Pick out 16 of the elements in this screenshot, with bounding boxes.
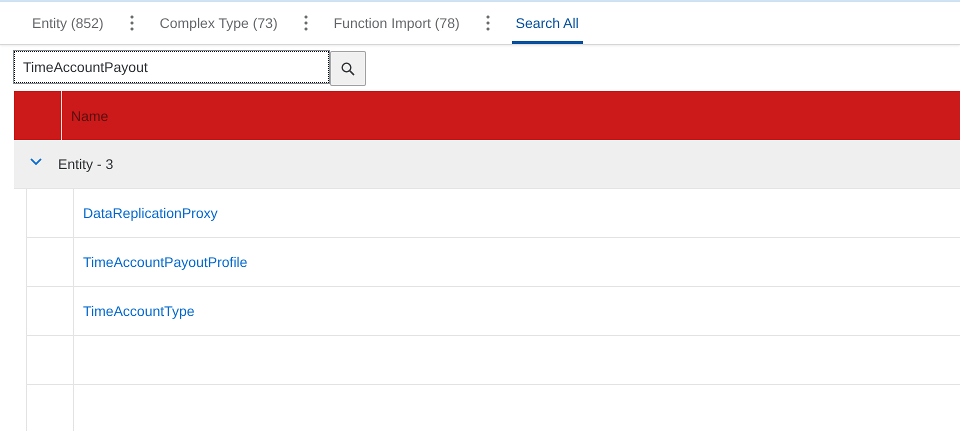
search-icon <box>341 62 355 76</box>
tab[interactable]: Complex Type (73) <box>156 2 282 44</box>
column-header: Name <box>70 106 108 126</box>
more-options-icon[interactable] <box>304 15 308 31</box>
more-options-icon[interactable] <box>486 15 490 31</box>
group-row[interactable]: Entity - 3 <box>14 140 960 189</box>
tab[interactable]: Function Import (78) <box>330 2 464 44</box>
search-button[interactable] <box>330 51 366 86</box>
entity-link[interactable]: TimeAccountType <box>83 303 195 319</box>
tab[interactable]: Entity (852) <box>28 2 108 44</box>
entity-link[interactable]: TimeAccountPayoutProfile <box>83 254 248 270</box>
more-options-icon[interactable] <box>130 15 134 31</box>
search-field[interactable]: TimeAccountPayout <box>14 51 329 83</box>
entity-link[interactable]: DataReplicationProxy <box>83 205 218 221</box>
group-label: Entity - 3 <box>58 156 114 172</box>
tab[interactable]: Search All <box>512 2 583 44</box>
